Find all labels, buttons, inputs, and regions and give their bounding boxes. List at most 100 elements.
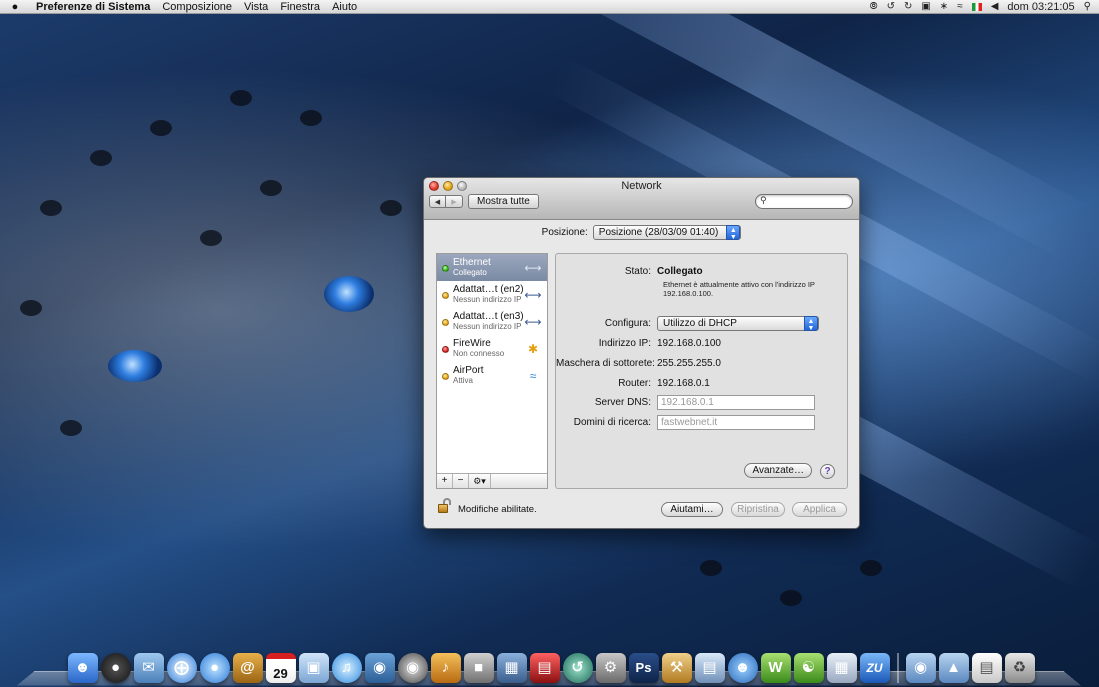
time-machine-icon[interactable]: ↺ [562,653,593,683]
configure-label: Configura: [604,318,651,329]
advanced-button[interactable]: Avanzate… [744,463,812,478]
garageband-icon[interactable]: ♪ [430,653,461,683]
lock-icon[interactable] [436,498,454,514]
dashboard-icon[interactable]: ● [100,653,131,683]
assist-button[interactable]: Aiutami… [661,502,723,517]
dreamweaver-icon[interactable]: W [760,653,791,683]
popup-arrows-icon: ▲ ▼ [804,316,818,332]
preview-icon[interactable]: ▣ [298,653,329,683]
menu-vista[interactable]: Vista [238,0,274,14]
remove-service-button[interactable]: − [453,474,469,488]
position-popup[interactable]: Posizione (28/03/09 01:40) ▲ ▼ [592,225,742,241]
stack-icon[interactable]: ▤ [971,653,1002,683]
search-domains-row: Domini di ricerca: fastwebnet.it [556,415,815,430]
configure-popup[interactable]: Utilizzo di DHCP ▲ ▼ [657,316,819,332]
status-row: Stato: Collegato [556,266,703,277]
position-row: Posizione: Posizione (28/03/09 01:40) ▲ ▼ [424,225,859,241]
wifi-menu-icon[interactable]: ≈ [957,1,963,12]
status-value: Collegato [657,266,703,277]
ip-value: 192.168.0.100 [657,338,721,349]
position-label: Posizione: [541,227,588,238]
safari-icon[interactable]: ⨁ [166,653,197,683]
add-service-button[interactable]: + [437,474,453,488]
menu-clock[interactable]: dom 03:21:05 [1007,1,1074,13]
mask-row: Maschera di sottorete: 255.255.255.0 [556,358,721,369]
leopard-spot [200,230,222,246]
mail-icon[interactable]: ✉ [133,653,164,683]
service-item-en3[interactable]: Adattat…t (en3) Nessun indirizzo IP ⟷ [437,308,547,335]
utility-icon[interactable]: ▦ [826,653,857,683]
popup-arrows-icon: ▲ ▼ [726,225,741,241]
leopard-spot [90,150,112,166]
search-input[interactable] [770,196,848,207]
system-preferences-icon[interactable]: ⚙ [595,653,626,683]
dns-field[interactable]: 192.168.0.1 [657,395,815,410]
iphoto-icon[interactable]: ◉ [364,653,395,683]
forward-button[interactable]: ▶ [446,195,463,208]
status-dot-yellow-icon [442,373,449,380]
leopard-spot [230,90,252,106]
ical-icon[interactable]: 29 [265,653,296,683]
apple-logo-glow [880,322,938,394]
back-button[interactable]: ◀ [429,195,446,208]
service-item-en2[interactable]: Adattat…t (en2) Nessun indirizzo IP ⟷ [437,281,547,308]
leopard-eye [324,276,374,312]
configure-value: Utilizzo di DHCP [663,318,737,329]
sync-icon[interactable]: ↻ [904,1,912,12]
ip-label: Indirizzo IP: [598,338,651,349]
lock-status-text: Modifiche abilitate. [458,504,537,515]
window-title: Network [621,180,662,192]
italian-flag-icon[interactable] [971,2,982,11]
expose-icon[interactable]: ▦ [496,653,527,683]
documents-folder-icon[interactable]: ◉ [905,653,936,683]
menu-composizione[interactable]: Composizione [156,0,238,14]
mask-value: 255.255.255.0 [657,358,721,369]
finder-icon[interactable]: ☻ [67,653,98,683]
apply-button[interactable]: Applica [792,502,847,517]
ethernet-icon: ⟷ [524,261,542,275]
ichat-icon[interactable]: ● [199,653,230,683]
help-icon[interactable]: ? [820,464,835,479]
spaces-icon[interactable]: ⦾ [870,1,878,12]
menu-aiuto[interactable]: Aiuto [326,0,363,14]
bottom-bar: Modifiche abilitate. Aiutami… Ripristina… [424,498,859,518]
time-machine-icon[interactable]: ↺ [887,1,895,12]
mask-label: Maschera di sottorete: [556,358,655,369]
photo-booth-icon[interactable]: ■ [463,653,494,683]
service-item-firewire[interactable]: FireWire Non connesso ✱ [437,335,547,362]
spotlight-icon[interactable]: ⚲ [1084,1,1091,12]
bluetooth-icon[interactable]: ∗ [940,1,948,12]
gear-icon[interactable]: ⚙▾ [469,474,491,488]
volume-icon[interactable]: ◀ [991,1,999,12]
show-all-button[interactable]: Mostra tutte [468,194,539,209]
leopard-spot [300,110,322,126]
service-item-ethernet[interactable]: Ethernet Collegato ⟷ [437,254,547,281]
title-bar[interactable]: Network ◀ ▶ Mostra tutte ⚲ [424,178,859,220]
search-field[interactable]: ⚲ [755,194,853,209]
revert-button[interactable]: Ripristina [731,502,785,517]
users-icon[interactable]: ☻ [727,653,758,683]
downloads-folder-icon[interactable]: ▲ [938,653,969,683]
network-utility-icon[interactable]: ☯ [793,653,824,683]
menu-app-name[interactable]: Preferenze di Sistema [30,0,156,14]
wifi-icon: ≈ [529,369,537,383]
status-dot-yellow-icon [442,319,449,326]
photoshop-icon[interactable]: Ps [628,653,659,683]
apple-icon[interactable]: ● [0,1,30,13]
menu-finestra[interactable]: Finestra [274,0,326,14]
toolbox-icon[interactable]: ⚒ [661,653,692,683]
search-domains-field[interactable]: fastwebnet.it [657,415,815,430]
ip-scanner-icon[interactable]: ▤ [694,653,725,683]
spaces-number-icon[interactable]: ▣ [921,1,930,12]
firewire-icon: ✱ [527,342,539,356]
status-dot-green-icon [442,265,449,272]
trash-icon[interactable]: ♻ [1004,653,1035,683]
itunes-icon[interactable]: ♫ [331,653,362,683]
address-book-icon[interactable]: @ [232,653,263,683]
service-item-airport[interactable]: AirPort Attiva ≈ [437,362,547,389]
photo-strip-icon[interactable]: ▤ [529,653,560,683]
dvd-player-icon[interactable]: ◉ [397,653,428,683]
search-icon: ⚲ [760,195,767,205]
zu-icon[interactable]: ZU [859,653,890,683]
dns-label: Server DNS: [594,397,651,408]
